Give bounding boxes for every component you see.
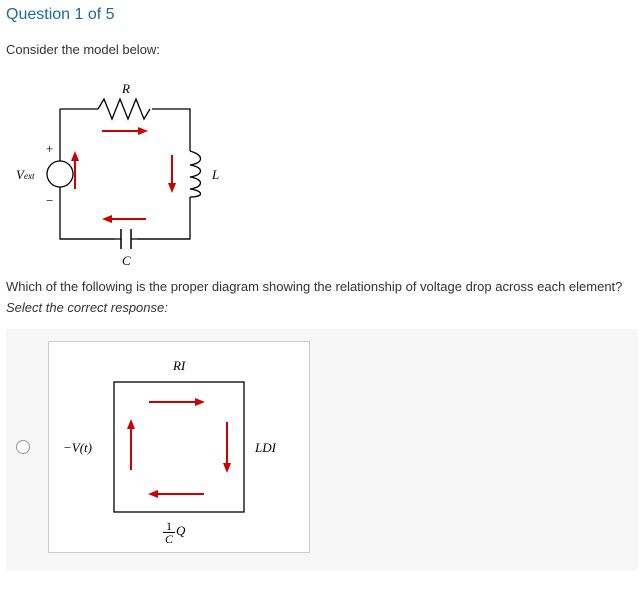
- select-instruction: Select the correct response:: [6, 300, 638, 315]
- label-L: L: [212, 167, 219, 183]
- answer-area: RI LDI −V(t) 1CQ: [6, 329, 638, 571]
- opt1-label-left: −V(t): [63, 440, 92, 456]
- label-minus: −: [46, 193, 53, 209]
- question-number: Question 1 of 5: [6, 6, 638, 24]
- label-Vext: Vext: [16, 167, 34, 183]
- opt1-label-top: RI: [173, 358, 185, 374]
- radio-option-1[interactable]: [16, 440, 30, 454]
- prompt-text: Consider the model below:: [6, 42, 638, 57]
- label-C: C: [122, 253, 131, 269]
- label-plus: +: [46, 141, 53, 157]
- opt1-label-right: LDI: [255, 440, 276, 456]
- circuit-diagram: R L C Vext + −: [20, 69, 250, 269]
- question-text: Which of the following is the proper dia…: [6, 279, 638, 294]
- option-1-diagram: RI LDI −V(t) 1CQ: [48, 341, 310, 553]
- opt1-label-bottom: 1CQ: [163, 520, 185, 545]
- label-R: R: [122, 81, 130, 97]
- option-1[interactable]: RI LDI −V(t) 1CQ: [16, 341, 628, 553]
